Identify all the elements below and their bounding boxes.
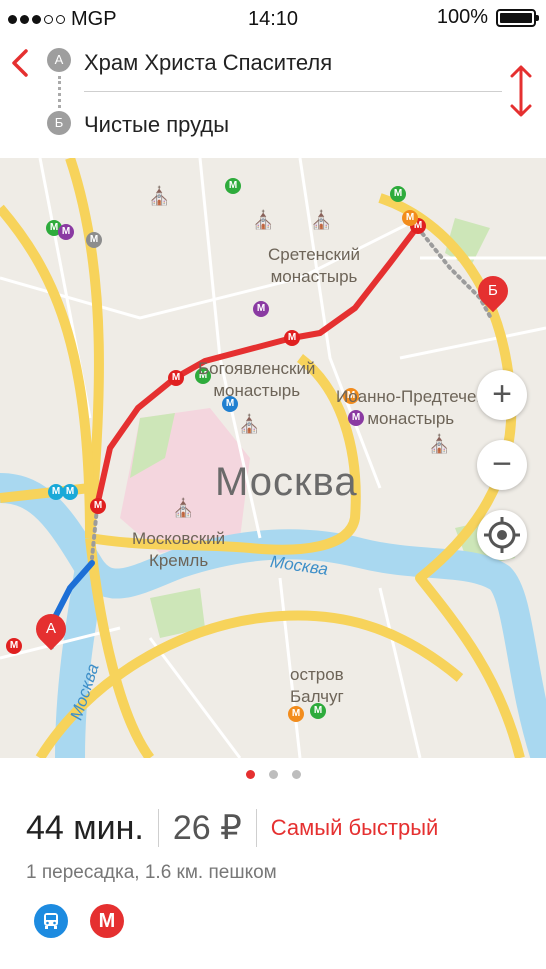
page-dot-active[interactable] xyxy=(245,770,255,779)
church-icon[interactable]: ⛪ xyxy=(310,210,332,231)
from-field[interactable]: Храм Христа Спасителя xyxy=(84,50,332,76)
summary-separator xyxy=(255,809,257,847)
back-chevron-icon xyxy=(12,49,28,77)
church-icon[interactable]: ⛪ xyxy=(252,210,274,231)
route-header: А Б Храм Христа Спасителя Чистые пруды xyxy=(0,36,546,158)
bus-icon xyxy=(34,904,68,938)
metro-station-icon[interactable]: М xyxy=(90,498,106,514)
route-connector xyxy=(58,76,63,108)
metro-station-icon[interactable]: М xyxy=(58,224,74,240)
transport-modes: М xyxy=(34,904,124,938)
page-dot[interactable] xyxy=(291,770,301,779)
route-tag: Самый быстрый xyxy=(270,815,439,840)
status-bar: MGP 14:10 100% xyxy=(0,0,546,36)
city-label: Москва xyxy=(215,460,358,504)
summary-separator xyxy=(157,809,159,847)
church-icon[interactable]: ⛪ xyxy=(148,186,170,207)
church-icon[interactable]: ⛪ xyxy=(238,414,260,435)
route-price: 26 ₽ xyxy=(172,809,242,847)
to-marker: Б xyxy=(47,111,71,135)
metro-station-icon[interactable]: М xyxy=(225,178,241,194)
locate-icon xyxy=(484,517,520,553)
metro-station-icon[interactable]: М xyxy=(168,370,184,386)
route-details: 1 пересадка, 1.6 км. пешком xyxy=(26,862,277,883)
church-icon[interactable]: ⛪ xyxy=(172,498,194,519)
label-kremlin: Московский Кремль xyxy=(132,529,226,570)
metro-station-icon[interactable]: М xyxy=(402,210,418,226)
page-dot[interactable] xyxy=(268,770,278,779)
label-sretensky: Сретенский монастырь xyxy=(268,245,360,286)
swap-button[interactable] xyxy=(506,64,536,118)
metro-icon: М xyxy=(90,904,124,938)
label-ivanovo: Иоанно-Предтечев монастырь xyxy=(336,387,486,428)
metro-station-icon[interactable]: М xyxy=(253,301,269,317)
church-icon[interactable]: ⛪ xyxy=(428,434,450,455)
field-divider xyxy=(84,91,502,92)
battery-icon xyxy=(496,8,539,27)
metro-station-icon[interactable]: М xyxy=(284,330,300,346)
metro-station-icon[interactable]: М xyxy=(288,706,304,722)
swap-arrows-icon xyxy=(510,65,532,117)
map-view[interactable]: М М М М М М М М М М М М М М М М М М М М … xyxy=(0,158,546,758)
label-balchug: остров Балчуг xyxy=(290,665,344,706)
locate-button[interactable] xyxy=(477,510,527,560)
metro-station-icon[interactable]: М xyxy=(6,638,22,654)
back-button[interactable] xyxy=(8,48,34,78)
battery-status: 100% xyxy=(436,6,539,29)
route-summary[interactable]: 44 мин. 26 ₽ Самый быстрый xyxy=(26,808,438,848)
battery-percent: 100% xyxy=(436,6,488,28)
route-duration: 44 мин. xyxy=(26,808,144,847)
metro-station-icon[interactable]: М xyxy=(62,484,78,500)
route-pager[interactable] xyxy=(0,770,546,779)
label-bogoyavlensky: Богоявленский монастырь xyxy=(198,359,316,400)
from-marker: А xyxy=(47,48,71,72)
zoom-out-button[interactable]: − xyxy=(477,440,527,490)
metro-station-icon[interactable]: М xyxy=(86,232,102,248)
metro-station-icon[interactable]: М xyxy=(390,186,406,202)
to-field[interactable]: Чистые пруды xyxy=(84,112,229,138)
zoom-in-button[interactable]: + xyxy=(477,370,527,420)
